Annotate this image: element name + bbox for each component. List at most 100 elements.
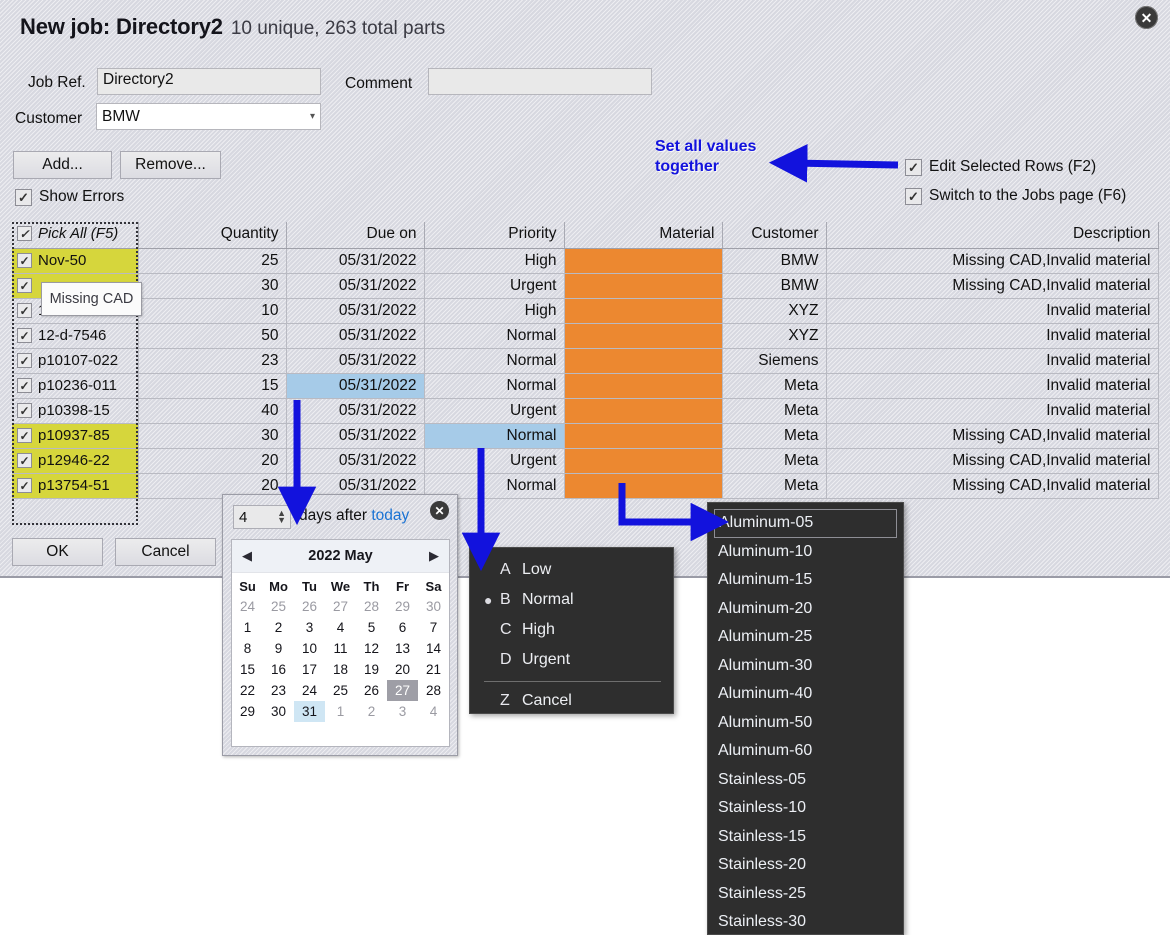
- parts-grid[interactable]: ✓ Pick All (F5) Quantity Due on Priority Mate…: [12, 222, 1159, 500]
- cell-material[interactable]: [564, 248, 723, 274]
- row-checkbox[interactable]: ✓: [17, 453, 32, 468]
- cell-quantity[interactable]: 25: [138, 248, 287, 274]
- next-month-icon[interactable]: ▶: [429, 548, 439, 564]
- calendar-day[interactable]: 12: [356, 638, 387, 659]
- table-row[interactable]: ✓ 12-d-7546 50 05/31/2022 Normal XYZ Invalid m…: [12, 323, 1159, 349]
- prev-month-icon[interactable]: ◀: [242, 548, 252, 564]
- cell-material[interactable]: [564, 348, 723, 374]
- calendar-day[interactable]: 30: [263, 701, 294, 722]
- row-checkbox[interactable]: ✓: [17, 428, 32, 443]
- cell-material[interactable]: [564, 473, 723, 499]
- cell-material[interactable]: [564, 323, 723, 349]
- cell-quantity[interactable]: 40: [138, 398, 287, 424]
- cell-quantity[interactable]: 10: [138, 298, 287, 324]
- row-pick-cell[interactable]: ✓ p10937-85: [12, 423, 139, 449]
- calendar-day[interactable]: 15: [232, 659, 263, 680]
- cell-due-on[interactable]: 05/31/2022: [286, 323, 425, 349]
- column-header-description[interactable]: Description: [826, 222, 1159, 249]
- cell-priority[interactable]: High: [424, 248, 565, 274]
- calendar-day[interactable]: 30: [418, 596, 449, 617]
- cell-due-on[interactable]: 05/31/2022: [286, 448, 425, 474]
- close-icon[interactable]: ✕: [430, 501, 449, 520]
- material-option[interactable]: Aluminum-50: [708, 709, 903, 738]
- cell-due-on[interactable]: 05/31/2022: [286, 348, 425, 374]
- cell-customer[interactable]: BMW: [722, 248, 827, 274]
- calendar-day[interactable]: 20: [387, 659, 418, 680]
- cell-material[interactable]: [564, 373, 723, 399]
- calendar-day[interactable]: 2: [263, 617, 294, 638]
- stepper-arrows-icon[interactable]: ▲ ▼: [277, 509, 286, 525]
- cell-due-on[interactable]: 05/31/2022: [286, 398, 425, 424]
- column-header-material[interactable]: Material: [564, 222, 723, 249]
- cell-priority[interactable]: Normal: [424, 423, 565, 449]
- calendar-day[interactable]: 28: [356, 596, 387, 617]
- calendar-day[interactable]: 4: [418, 701, 449, 722]
- cell-quantity[interactable]: 20: [138, 448, 287, 474]
- row-checkbox[interactable]: ✓: [17, 403, 32, 418]
- remove-button[interactable]: Remove...: [120, 151, 221, 179]
- cell-priority[interactable]: Normal: [424, 373, 565, 399]
- material-option[interactable]: Aluminum-20: [708, 595, 903, 624]
- cell-description[interactable]: Invalid material: [826, 323, 1159, 349]
- row-pick-cell[interactable]: ✓ p10398-15: [12, 398, 139, 424]
- calendar-day[interactable]: 17: [294, 659, 325, 680]
- cell-priority[interactable]: High: [424, 298, 565, 324]
- cell-priority[interactable]: Normal: [424, 348, 565, 374]
- cell-customer[interactable]: Meta: [722, 398, 827, 424]
- priority-menu-item-urgent[interactable]: D Urgent: [470, 645, 673, 675]
- calendar-day[interactable]: 1: [232, 617, 263, 638]
- cell-description[interactable]: Missing CAD,Invalid material: [826, 248, 1159, 274]
- row-pick-cell[interactable]: ✓ Nov-50: [12, 248, 139, 274]
- calendar-day[interactable]: 16: [263, 659, 294, 680]
- material-option[interactable]: Stainless-15: [708, 823, 903, 852]
- calendar-day[interactable]: 28: [418, 680, 449, 701]
- calendar-day[interactable]: 31: [294, 701, 325, 722]
- priority-menu-item-high[interactable]: C High: [470, 615, 673, 645]
- calendar-day[interactable]: 6: [387, 617, 418, 638]
- ok-button[interactable]: OK: [12, 538, 103, 566]
- cell-material[interactable]: [564, 423, 723, 449]
- column-header-pick-all[interactable]: ✓ Pick All (F5): [12, 222, 139, 249]
- cell-due-on[interactable]: 05/31/2022: [286, 298, 425, 324]
- calendar[interactable]: ◀ 2022 May ▶ Su Mo Tu We Th Fr Sa 24 25 26 27 28 29…: [231, 539, 450, 747]
- column-header-quantity[interactable]: Quantity: [138, 222, 287, 249]
- cell-description[interactable]: Invalid material: [826, 348, 1159, 374]
- today-link[interactable]: today: [371, 507, 409, 524]
- column-header-due-on[interactable]: Due on: [286, 222, 425, 249]
- calendar-day[interactable]: 9: [263, 638, 294, 659]
- calendar-day[interactable]: 29: [387, 596, 418, 617]
- material-dropdown-list[interactable]: Aluminum-05 Aluminum-10 Aluminum-15 Aluminu…: [707, 502, 904, 935]
- cell-priority[interactable]: Normal: [424, 323, 565, 349]
- cell-description[interactable]: Invalid material: [826, 298, 1159, 324]
- row-pick-cell[interactable]: ✓ p10107-022: [12, 348, 139, 374]
- table-row[interactable]: ✓ 30 05/31/2022 Urgent BMW Missing CAD,Invali…: [12, 273, 1159, 299]
- calendar-day[interactable]: 25: [263, 596, 294, 617]
- row-pick-cell[interactable]: ✓ p13754-51: [12, 473, 139, 499]
- calendar-day[interactable]: 14: [418, 638, 449, 659]
- calendar-day[interactable]: 5: [356, 617, 387, 638]
- cell-description[interactable]: Missing CAD,Invalid material: [826, 473, 1159, 499]
- show-errors-checkbox[interactable]: ✓ Show Errors: [15, 188, 124, 206]
- row-pick-cell[interactable]: ✓ 12-d-7546: [12, 323, 139, 349]
- material-option[interactable]: Stainless-30: [708, 908, 903, 934]
- cell-customer[interactable]: XYZ: [722, 323, 827, 349]
- calendar-day[interactable]: 11: [325, 638, 356, 659]
- row-checkbox[interactable]: ✓: [17, 278, 32, 293]
- row-checkbox[interactable]: ✓: [17, 353, 32, 368]
- calendar-day[interactable]: 27: [387, 680, 418, 701]
- table-row[interactable]: ✓ p10236-011 15 05/31/2022 Normal Meta Invalid…: [12, 373, 1159, 399]
- priority-context-menu[interactable]: A Low ● B Normal C High D Urgent Z Cancel: [469, 547, 674, 714]
- cell-material[interactable]: [564, 273, 723, 299]
- row-checkbox[interactable]: ✓: [17, 378, 32, 393]
- material-option[interactable]: Stainless-20: [708, 851, 903, 880]
- cell-priority[interactable]: Urgent: [424, 448, 565, 474]
- days-offset-stepper[interactable]: 4 ▲ ▼: [233, 505, 291, 529]
- due-date-popup[interactable]: 4 ▲ ▼ days after today ✕ ◀ 2022 May ▶ Su M…: [222, 494, 458, 756]
- column-header-priority[interactable]: Priority: [424, 222, 565, 249]
- customer-select[interactable]: BMW ▾: [96, 103, 321, 130]
- calendar-day[interactable]: 29: [232, 701, 263, 722]
- material-option[interactable]: Aluminum-05: [714, 509, 897, 538]
- calendar-day[interactable]: 7: [418, 617, 449, 638]
- cell-customer[interactable]: Meta: [722, 448, 827, 474]
- calendar-day[interactable]: 4: [325, 617, 356, 638]
